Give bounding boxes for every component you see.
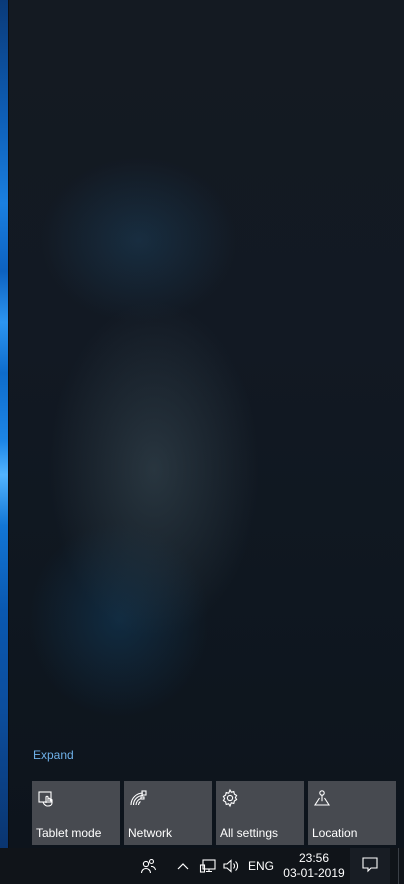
quick-action-all-settings[interactable]: All settings bbox=[216, 781, 304, 845]
clock-date: 03-01-2019 bbox=[283, 866, 345, 880]
tile-label: Location bbox=[312, 826, 358, 840]
show-desktop-button[interactable] bbox=[398, 848, 404, 884]
clock[interactable]: 23:56 03-01-2019 bbox=[280, 851, 348, 881]
tablet-mode-icon bbox=[36, 788, 56, 808]
network-icon bbox=[128, 788, 148, 808]
volume-icon[interactable] bbox=[221, 848, 241, 884]
action-center-panel: Expand Tablet mode Network All settings … bbox=[8, 0, 404, 848]
language-indicator[interactable]: ENG bbox=[246, 848, 276, 884]
notification-icon bbox=[361, 855, 379, 878]
people-icon[interactable] bbox=[136, 848, 160, 884]
desktop-wallpaper bbox=[0, 0, 8, 848]
tile-label: All settings bbox=[220, 826, 279, 840]
tile-label: Network bbox=[128, 826, 173, 840]
tile-label: Tablet mode bbox=[36, 826, 102, 840]
network-wired-icon[interactable] bbox=[198, 848, 218, 884]
location-icon bbox=[312, 788, 332, 808]
chevron-up-icon[interactable] bbox=[174, 848, 192, 884]
gear-icon bbox=[220, 788, 240, 808]
quick-actions: Tablet mode Network All settings Locatio… bbox=[32, 781, 396, 845]
quick-action-network[interactable]: Network bbox=[124, 781, 212, 845]
expand-link[interactable]: Expand bbox=[33, 748, 74, 762]
taskbar: ENG 23:56 03-01-2019 bbox=[0, 848, 404, 884]
clock-time: 23:56 bbox=[298, 851, 330, 865]
action-center-button[interactable] bbox=[350, 848, 390, 884]
screen: Expand Tablet mode Network All settings … bbox=[0, 0, 404, 884]
quick-action-tablet-mode[interactable]: Tablet mode bbox=[32, 781, 120, 845]
quick-action-location[interactable]: Location bbox=[308, 781, 396, 845]
